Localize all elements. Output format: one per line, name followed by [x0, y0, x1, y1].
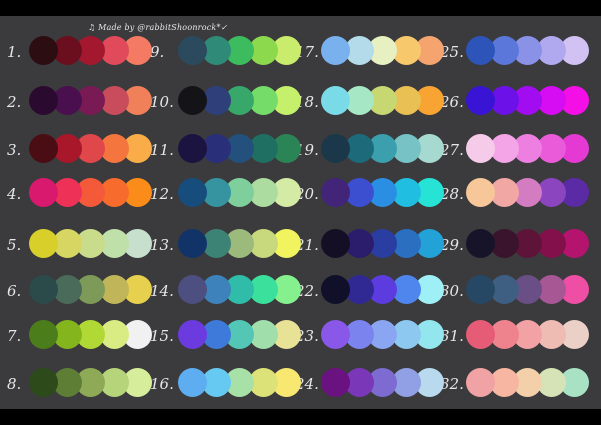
palette-16: 16. — [150, 368, 301, 402]
color-swatch — [29, 134, 58, 163]
palette-13: 13. — [150, 229, 301, 263]
palette-11: 11. — [150, 134, 301, 168]
color-swatch — [321, 134, 350, 163]
palette-29: 29. — [440, 229, 590, 263]
palette-20: 20. — [295, 178, 445, 212]
color-swatch — [178, 368, 207, 397]
color-swatch — [466, 178, 495, 207]
palette-23: 23. — [295, 320, 445, 354]
palette-18: 18. — [295, 86, 445, 120]
palette-30: 30. — [440, 275, 590, 309]
color-swatch — [466, 229, 495, 258]
color-swatch — [178, 36, 207, 65]
palette-6: 6. — [7, 275, 157, 309]
palette-number: 1. — [7, 43, 22, 61]
color-swatch — [29, 275, 58, 304]
color-swatch — [29, 178, 58, 207]
color-swatch — [29, 368, 58, 397]
color-swatch — [321, 229, 350, 258]
palette-number: 5. — [7, 236, 22, 254]
color-swatch — [29, 86, 58, 115]
palette-12: 12. — [150, 178, 301, 212]
color-swatch — [321, 36, 350, 65]
palette-number: 7. — [7, 327, 22, 345]
palette-number: 6. — [7, 282, 22, 300]
palette-8: 8. — [7, 368, 157, 402]
palette-7: 7. — [7, 320, 157, 354]
palette-2: 2. — [7, 86, 157, 120]
color-swatch — [466, 36, 495, 65]
color-swatch — [321, 275, 350, 304]
palette-32: 32. — [440, 368, 590, 402]
palette-26: 26. — [440, 86, 590, 120]
palette-number: 15. — [150, 327, 174, 345]
palette-number: 3. — [7, 141, 22, 159]
palette-1: 1. — [7, 36, 157, 70]
palette-4: 4. — [7, 178, 157, 212]
palette-10: 10. — [150, 86, 301, 120]
color-swatch — [178, 134, 207, 163]
palette-3: 3. — [7, 134, 157, 168]
color-swatch — [29, 320, 58, 349]
color-swatch — [321, 178, 350, 207]
color-swatch — [466, 86, 495, 115]
palette-number: 4. — [7, 185, 22, 203]
palette-24: 24. — [295, 368, 445, 402]
color-swatch — [321, 86, 350, 115]
color-swatch — [178, 86, 207, 115]
credit-text: ♫ Made by @rabbitShoonrock*✓ — [88, 23, 228, 32]
palette-17: 17. — [295, 36, 445, 70]
palette-25: 25. — [440, 36, 590, 70]
palette-number: 8. — [7, 375, 22, 393]
palette-number: 13. — [150, 236, 174, 254]
palette-31: 31. — [440, 320, 590, 354]
color-swatch — [321, 368, 350, 397]
palette-14: 14. — [150, 275, 301, 309]
palette-15: 15. — [150, 320, 301, 354]
color-swatch — [178, 178, 207, 207]
color-swatch — [466, 320, 495, 349]
palette-number: 10. — [150, 93, 174, 111]
palette-28: 28. — [440, 178, 590, 212]
palette-number: 16. — [150, 375, 174, 393]
color-swatch — [466, 275, 495, 304]
palette-number: 9. — [150, 43, 165, 61]
palette-5: 5. — [7, 229, 157, 263]
color-swatch — [178, 320, 207, 349]
color-swatch — [321, 320, 350, 349]
color-swatch — [466, 368, 495, 397]
palette-number: 11. — [150, 141, 174, 159]
color-swatch — [178, 275, 207, 304]
palette-number: 14. — [150, 282, 174, 300]
palette-27: 27. — [440, 134, 590, 168]
palette-22: 22. — [295, 275, 445, 309]
palette-21: 21. — [295, 229, 445, 263]
palette-9: 9. — [150, 36, 301, 70]
palette-number: 2. — [7, 93, 22, 111]
color-swatch — [29, 36, 58, 65]
color-swatch — [29, 229, 58, 258]
color-swatch — [466, 134, 495, 163]
palette-number: 12. — [150, 185, 174, 203]
color-swatch — [178, 229, 207, 258]
palette-19: 19. — [295, 134, 445, 168]
